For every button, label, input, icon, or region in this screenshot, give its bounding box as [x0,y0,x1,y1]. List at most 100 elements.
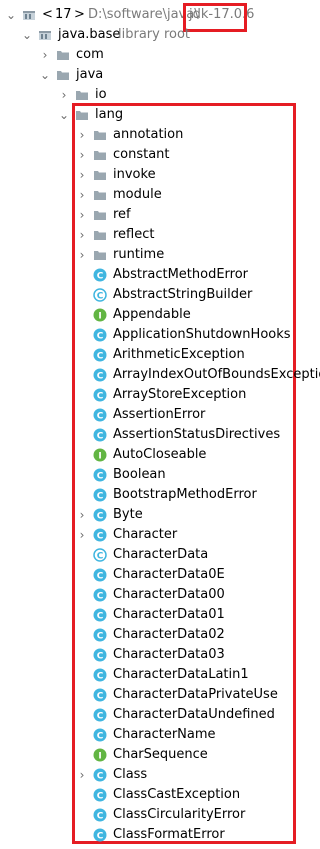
class-label: ArrayIndexOutOfBoundsException [113,367,320,382]
collapsed-chevron-icon[interactable]: › [77,205,87,225]
tree-row-class[interactable]: C CharacterData01 [0,605,316,625]
tree-row-class[interactable]: C CharacterDataLatin1 [0,665,316,685]
package-label: com [76,47,104,62]
tree-row-subpackage[interactable]: › invoke [0,165,316,185]
collapsed-chevron-icon[interactable]: › [77,165,87,185]
class-label: AutoCloseable [113,447,207,462]
tree-row-package-lang[interactable]: ⌄ lang [0,105,316,125]
svg-text:C: C [97,692,104,702]
tree-row-class[interactable]: C AssertionStatusDirectives [0,425,316,445]
svg-text:C: C [97,672,104,682]
tree-row-class[interactable]: C BootstrapMethodError [0,485,316,505]
tree-row-sdk[interactable]: ⌄ < 17 > D:\software\java\ jdk-17.0.6 [0,5,316,25]
class-label: ClassCastException [113,787,241,802]
class-label: Appendable [113,307,191,322]
class-label: ArithmeticException [113,347,245,362]
tree-row-class[interactable]: C AbstractMethodError [0,265,316,285]
tree-row-class[interactable]: C CharacterData0E [0,565,316,585]
tree-row-class[interactable]: C AssertionError [0,405,316,425]
tree-row-class[interactable]: C ArrayStoreException [0,385,316,405]
tree-row-class[interactable]: C ArrayIndexOutOfBoundsException [0,365,320,385]
collapsed-chevron-icon[interactable]: › [77,765,87,785]
class-icon: C [93,668,107,682]
tree-row-module[interactable]: ⌄ java.base library root [0,25,316,45]
class-label: Byte [113,507,143,522]
class-icon: C [93,568,107,582]
svg-text:C: C [97,432,104,442]
tree-row-class[interactable]: C ClassCircularityError [0,805,316,825]
svg-text:C: C [97,372,104,382]
class-label: CharacterDataUndefined [113,707,275,722]
collapsed-chevron-icon[interactable]: › [77,505,87,525]
expand-chevron-icon[interactable]: ⌄ [22,25,32,45]
tree-row-class[interactable]: C CharacterDataPrivateUse [0,685,316,705]
tree-row-class[interactable]: C CharacterData [0,545,316,565]
class-label: CharacterData00 [113,587,225,602]
tree-row-subpackage[interactable]: › annotation [0,125,316,145]
class-icon: C [93,648,107,662]
tree-row-class[interactable]: C ArithmeticException [0,345,316,365]
package-label: constant [113,147,170,162]
svg-text:C: C [97,592,104,602]
collapsed-chevron-icon[interactable]: › [40,45,50,65]
tree-row-subpackage[interactable]: › ref [0,205,316,225]
svg-text:C: C [97,732,104,742]
tree-row-class[interactable]: C ClassFormatError [0,825,316,845]
sdk-path: D:\software\java\ [88,7,199,22]
svg-text:C: C [97,812,104,822]
class-icon: C [93,688,107,702]
tree-row-package-java[interactable]: ⌄ java [0,65,316,85]
tree-row-class[interactable]: › C Character [0,525,316,545]
tree-row-subpackage[interactable]: › runtime [0,245,316,265]
collapsed-chevron-icon[interactable]: › [59,85,69,105]
collapsed-chevron-icon[interactable]: › [77,245,87,265]
svg-text:C: C [97,412,104,422]
tree-row-class[interactable]: › C Class [0,765,316,785]
tree-row-class[interactable]: C ClassCastException [0,785,316,805]
sdk-version: jdk-17.0.6 [189,7,255,22]
tree-row-class[interactable]: C CharacterData02 [0,625,316,645]
tree-row-class[interactable]: › C Byte [0,505,316,525]
collapsed-chevron-icon[interactable]: › [77,225,87,245]
interface-icon: I [93,308,107,322]
tree-row-class[interactable]: C Boolean [0,465,316,485]
svg-text:C: C [97,552,104,562]
folder-icon [93,168,107,182]
folder-icon [93,248,107,262]
svg-text:C: C [97,532,104,542]
expand-chevron-icon[interactable]: ⌄ [59,105,69,125]
tree-row-class[interactable]: I Appendable [0,305,316,325]
tree-row-class[interactable]: I AutoCloseable [0,445,316,465]
tree-row-class[interactable]: C CharacterData00 [0,585,316,605]
collapsed-chevron-icon[interactable]: › [77,145,87,165]
svg-text:C: C [97,832,104,842]
module-suffix: library root [118,27,191,42]
collapsed-chevron-icon[interactable]: › [77,125,87,145]
tree-row-subpackage[interactable]: › module [0,185,316,205]
package-label: module [113,187,162,202]
tree-row-class[interactable]: C ApplicationShutdownHooks [0,325,316,345]
tree-row-subpackage[interactable]: › constant [0,145,316,165]
class-icon: C [93,368,107,382]
tree-row-class[interactable]: C CharacterName [0,725,316,745]
collapsed-chevron-icon[interactable]: › [77,185,87,205]
tree-row-package-io[interactable]: › io [0,85,316,105]
class-icon: C [93,348,107,362]
sdk-chevron-left: < [42,7,53,22]
tree-row-class[interactable]: C CharacterDataUndefined [0,705,316,725]
collapsed-chevron-icon[interactable]: › [77,525,87,545]
tree-row-subpackage[interactable]: › reflect [0,225,316,245]
abstract-class-icon: C [93,288,107,302]
tree-row-package-com[interactable]: › com [0,45,316,65]
expand-chevron-icon[interactable]: ⌄ [6,5,16,25]
svg-text:C: C [97,492,104,502]
tree-row-class[interactable]: C CharacterData03 [0,645,316,665]
svg-text:C: C [97,512,104,522]
tree-row-class[interactable]: I CharSequence [0,745,316,765]
class-label: AbstractStringBuilder [113,287,253,302]
class-label: CharacterData01 [113,607,225,622]
expand-chevron-icon[interactable]: ⌄ [40,65,50,85]
class-label: AssertionError [113,407,206,422]
tree-row-class[interactable]: C AbstractStringBuilder [0,285,316,305]
interface-icon: I [93,748,107,762]
